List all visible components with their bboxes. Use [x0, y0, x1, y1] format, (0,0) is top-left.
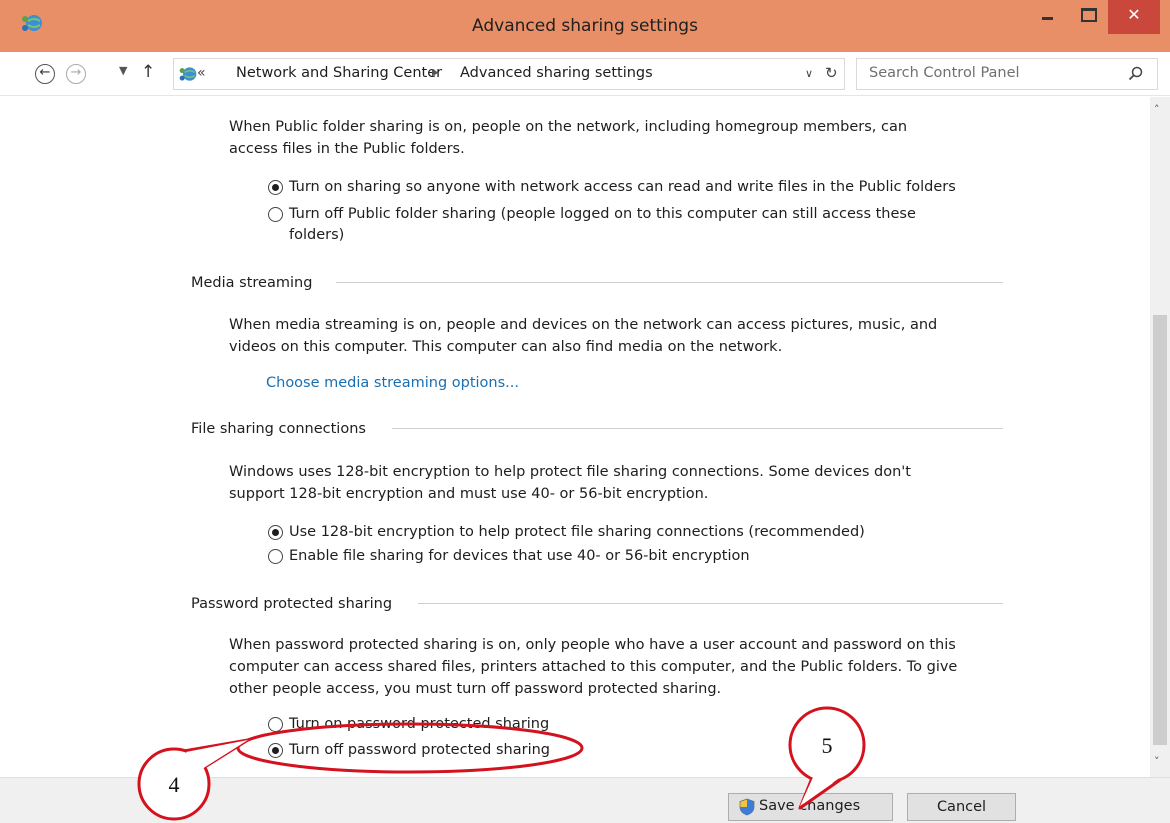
back-button[interactable]: ←	[35, 64, 55, 84]
address-dropdown-button[interactable]: ∨	[805, 67, 813, 80]
search-placeholder: Search Control Panel	[869, 65, 1020, 81]
file-sharing-description-cont: support 128-bit encryption and must use …	[229, 486, 709, 502]
network-sharing-icon	[179, 67, 197, 81]
maximize-button[interactable]	[1066, 0, 1108, 34]
recent-locations-button[interactable]: ▼	[119, 64, 127, 77]
file-sharing-description: Windows uses 128-bit encryption to help …	[229, 464, 911, 480]
password-sharing-on-label[interactable]: Turn on password protected sharing	[289, 714, 549, 734]
up-button[interactable]: ↑	[141, 62, 155, 82]
media-streaming-heading: Media streaming	[191, 275, 313, 291]
breadcrumb-advanced-sharing-settings[interactable]: Advanced sharing settings	[460, 65, 653, 81]
section-divider	[418, 603, 1003, 604]
scrollbar-thumb[interactable]	[1153, 315, 1167, 745]
breadcrumb-network-sharing-center[interactable]: Network and Sharing Center	[236, 65, 442, 81]
breadcrumb-separator-icon[interactable]: ▶	[432, 68, 439, 78]
save-changes-button[interactable]: Save changes	[728, 793, 893, 821]
footer-bar: Save changes Cancel	[0, 777, 1170, 823]
public-sharing-off-label[interactable]: Turn off Public folder sharing (people l…	[289, 204, 916, 224]
refresh-button[interactable]: ↻	[825, 64, 838, 82]
password-sharing-heading: Password protected sharing	[191, 596, 393, 612]
encryption-128-radio[interactable]	[268, 525, 283, 540]
media-streaming-description-cont: videos on this computer. This computer c…	[229, 339, 783, 355]
public-folder-description: When Public folder sharing is on, people…	[229, 119, 908, 135]
uac-shield-icon	[739, 798, 755, 816]
save-changes-label: Save changes	[759, 798, 861, 814]
title-bar: Advanced sharing settings ✕	[0, 0, 1170, 52]
media-streaming-description: When media streaming is on, people and d…	[229, 317, 938, 333]
vertical-scrollbar[interactable]: ˄ ˅	[1150, 97, 1170, 777]
file-sharing-heading: File sharing connections	[191, 421, 366, 437]
public-sharing-on-radio[interactable]	[268, 180, 283, 195]
scroll-up-icon[interactable]: ˄	[1154, 103, 1160, 116]
section-divider	[336, 282, 1003, 283]
public-sharing-off-label-cont[interactable]: folders)	[289, 225, 344, 245]
password-sharing-description: When password protected sharing is on, o…	[229, 637, 956, 653]
breadcrumb-overflow[interactable]: «	[197, 65, 206, 81]
section-divider	[392, 428, 1003, 429]
password-sharing-off-radio[interactable]	[268, 743, 283, 758]
encryption-40-56-label[interactable]: Enable file sharing for devices that use…	[289, 546, 750, 566]
window-title: Advanced sharing settings	[472, 16, 698, 36]
media-streaming-options-link[interactable]: Choose media streaming options...	[266, 373, 519, 393]
public-sharing-on-label[interactable]: Turn on sharing so anyone with network a…	[289, 177, 956, 197]
navigation-bar: ← → ▼ ↑ « Network and Sharing Center ▶ A…	[0, 52, 1170, 96]
password-sharing-description-cont: computer can access shared files, printe…	[229, 659, 958, 675]
password-sharing-on-radio[interactable]	[268, 717, 283, 732]
encryption-40-56-radio[interactable]	[268, 549, 283, 564]
close-button[interactable]: ✕	[1108, 0, 1160, 34]
scroll-down-icon[interactable]: ˅	[1154, 755, 1160, 768]
public-folder-description-cont: access files in the Public folders.	[229, 141, 465, 157]
password-sharing-description-cont2: other people access, you must turn off p…	[229, 681, 722, 697]
public-sharing-off-radio[interactable]	[268, 207, 283, 222]
search-icon[interactable]	[1128, 66, 1144, 82]
search-input[interactable]: Search Control Panel	[856, 58, 1158, 90]
minimize-button[interactable]	[1030, 0, 1066, 34]
cancel-button[interactable]: Cancel	[907, 793, 1016, 821]
encryption-128-label[interactable]: Use 128-bit encryption to help protect f…	[289, 522, 865, 542]
forward-button[interactable]: →	[66, 64, 86, 84]
settings-content: When Public folder sharing is on, people…	[0, 97, 1150, 777]
address-bar[interactable]: « Network and Sharing Center ▶ Advanced …	[173, 58, 845, 90]
password-sharing-off-label[interactable]: Turn off password protected sharing	[289, 740, 550, 760]
